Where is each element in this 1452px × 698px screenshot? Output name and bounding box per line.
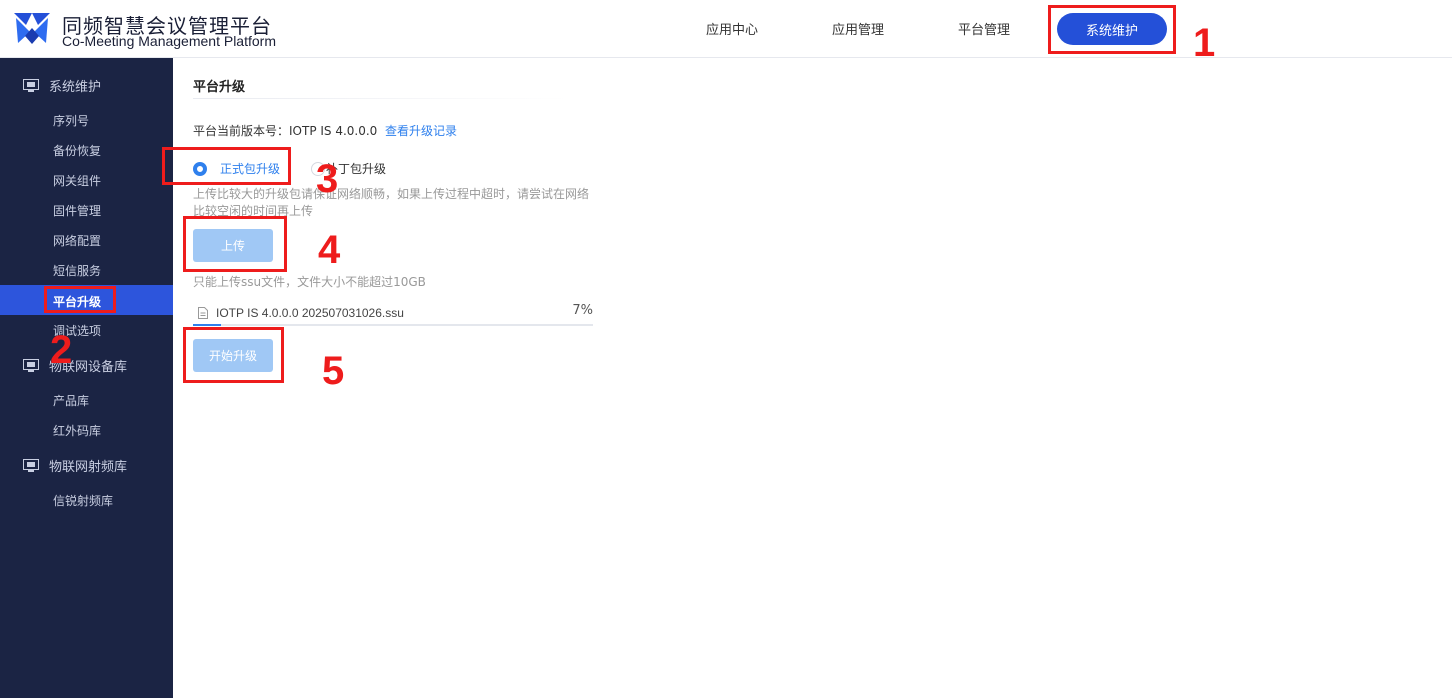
nav-system-maintenance[interactable]: 系统维护 xyxy=(1057,13,1167,45)
sidebar-item-label: 网关组件 xyxy=(53,174,102,188)
sidebar-item-sundray-rf-library[interactable]: 信锐射频库 xyxy=(0,484,173,514)
nav-platform-management[interactable]: 平台管理 xyxy=(958,19,1010,38)
monitor-icon xyxy=(23,358,39,372)
radio-unchecked-icon[interactable] xyxy=(311,161,325,176)
platform-logo-icon xyxy=(14,13,50,44)
sidebar-item-serial-number[interactable]: 序列号 xyxy=(0,104,173,134)
start-upgrade-button[interactable]: 开始升级 xyxy=(193,339,273,372)
sidebar: 系统维护 序列号 备份恢复 网关组件 固件管理 网络配置 短信服务 平台升级 调… xyxy=(0,58,173,698)
sidebar-item-label: 备份恢复 xyxy=(53,144,102,158)
radio-patch-label: 补丁包升级 xyxy=(326,162,387,176)
monitor-icon xyxy=(23,458,39,472)
page-title: 平台升级 xyxy=(193,80,246,95)
sidebar-group-label: 物联网射频库 xyxy=(49,459,128,475)
sidebar-item-firmware-management[interactable]: 固件管理 xyxy=(0,194,173,224)
sidebar-item-backup-restore[interactable]: 备份恢复 xyxy=(0,134,173,164)
sidebar-item-network-config[interactable]: 网络配置 xyxy=(0,224,173,254)
sidebar-item-label: 序列号 xyxy=(53,114,90,128)
sidebar-item-sms-service[interactable]: 短信服务 xyxy=(0,254,173,284)
sidebar-item-label: 短信服务 xyxy=(53,264,102,278)
upload-progress-bar xyxy=(193,324,593,326)
upload-progress-percent: 7% xyxy=(572,303,593,318)
sidebar-group-iot-device-library[interactable]: 物联网设备库 xyxy=(0,350,173,380)
sidebar-item-gateway-components[interactable]: 网关组件 xyxy=(0,164,173,194)
upload-restriction-note: 只能上传ssu文件，文件大小不能超过10GB xyxy=(193,275,426,289)
sidebar-item-platform-upgrade[interactable]: 平台升级 xyxy=(0,285,173,315)
radio-patch-upgrade[interactable]: 补丁包升级 xyxy=(311,160,386,177)
file-name: IOTP IS 4.0.0.0 202507031026.ssu xyxy=(216,306,404,320)
sidebar-item-label: 网络配置 xyxy=(53,234,102,248)
sidebar-item-label: 固件管理 xyxy=(53,204,102,218)
current-version: 平台当前版本号：IOTP IS 4.0.0.0 xyxy=(193,124,378,138)
upload-hint: 上传比较大的升级包请保证网络顺畅，如果上传过程中超时，请尝试在网络比较空闲的时间… xyxy=(193,187,590,218)
upload-progress-fill xyxy=(193,324,221,326)
sidebar-group-label: 系统维护 xyxy=(49,79,102,95)
sidebar-item-label: 调试选项 xyxy=(53,324,102,338)
main-content: 平台升级 平台当前版本号：IOTP IS 4.0.0.0 查看升级记录 正式包升… xyxy=(173,58,1452,698)
nav-app-center[interactable]: 应用中心 xyxy=(706,19,758,38)
top-header: 同频智慧会议管理平台 Co-Meeting Management Platfor… xyxy=(0,0,1452,58)
brand-subtitle: Co-Meeting Management Platform xyxy=(62,33,276,49)
upload-button[interactable]: 上传 xyxy=(193,229,273,262)
sidebar-group-label: 物联网设备库 xyxy=(49,359,128,375)
nav-app-management[interactable]: 应用管理 xyxy=(832,19,884,38)
sidebar-item-debug-options[interactable]: 调试选项 xyxy=(0,314,173,344)
view-upgrade-history-link[interactable]: 查看升级记录 xyxy=(385,122,457,139)
sidebar-item-label: 信锐射频库 xyxy=(53,494,114,508)
sidebar-group-system-maintenance[interactable]: 系统维护 xyxy=(0,70,173,100)
uploaded-file-row: IOTP IS 4.0.0.0 202507031026.ssu 7% xyxy=(193,303,593,326)
sidebar-group-iot-rf-library[interactable]: 物联网射频库 xyxy=(0,450,173,480)
sidebar-item-label: 平台升级 xyxy=(53,295,102,309)
sidebar-item-label: 产品库 xyxy=(53,394,90,408)
sidebar-item-label: 红外码库 xyxy=(53,424,102,438)
monitor-icon xyxy=(23,78,39,92)
sidebar-item-product-library[interactable]: 产品库 xyxy=(0,384,173,414)
radio-formal-label: 正式包升级 xyxy=(220,162,281,176)
title-divider xyxy=(193,98,568,99)
radio-checked-icon[interactable] xyxy=(193,161,207,176)
file-icon xyxy=(198,307,208,319)
sidebar-item-ir-code-library[interactable]: 红外码库 xyxy=(0,414,173,444)
radio-formal-upgrade[interactable]: 正式包升级 xyxy=(193,160,280,177)
